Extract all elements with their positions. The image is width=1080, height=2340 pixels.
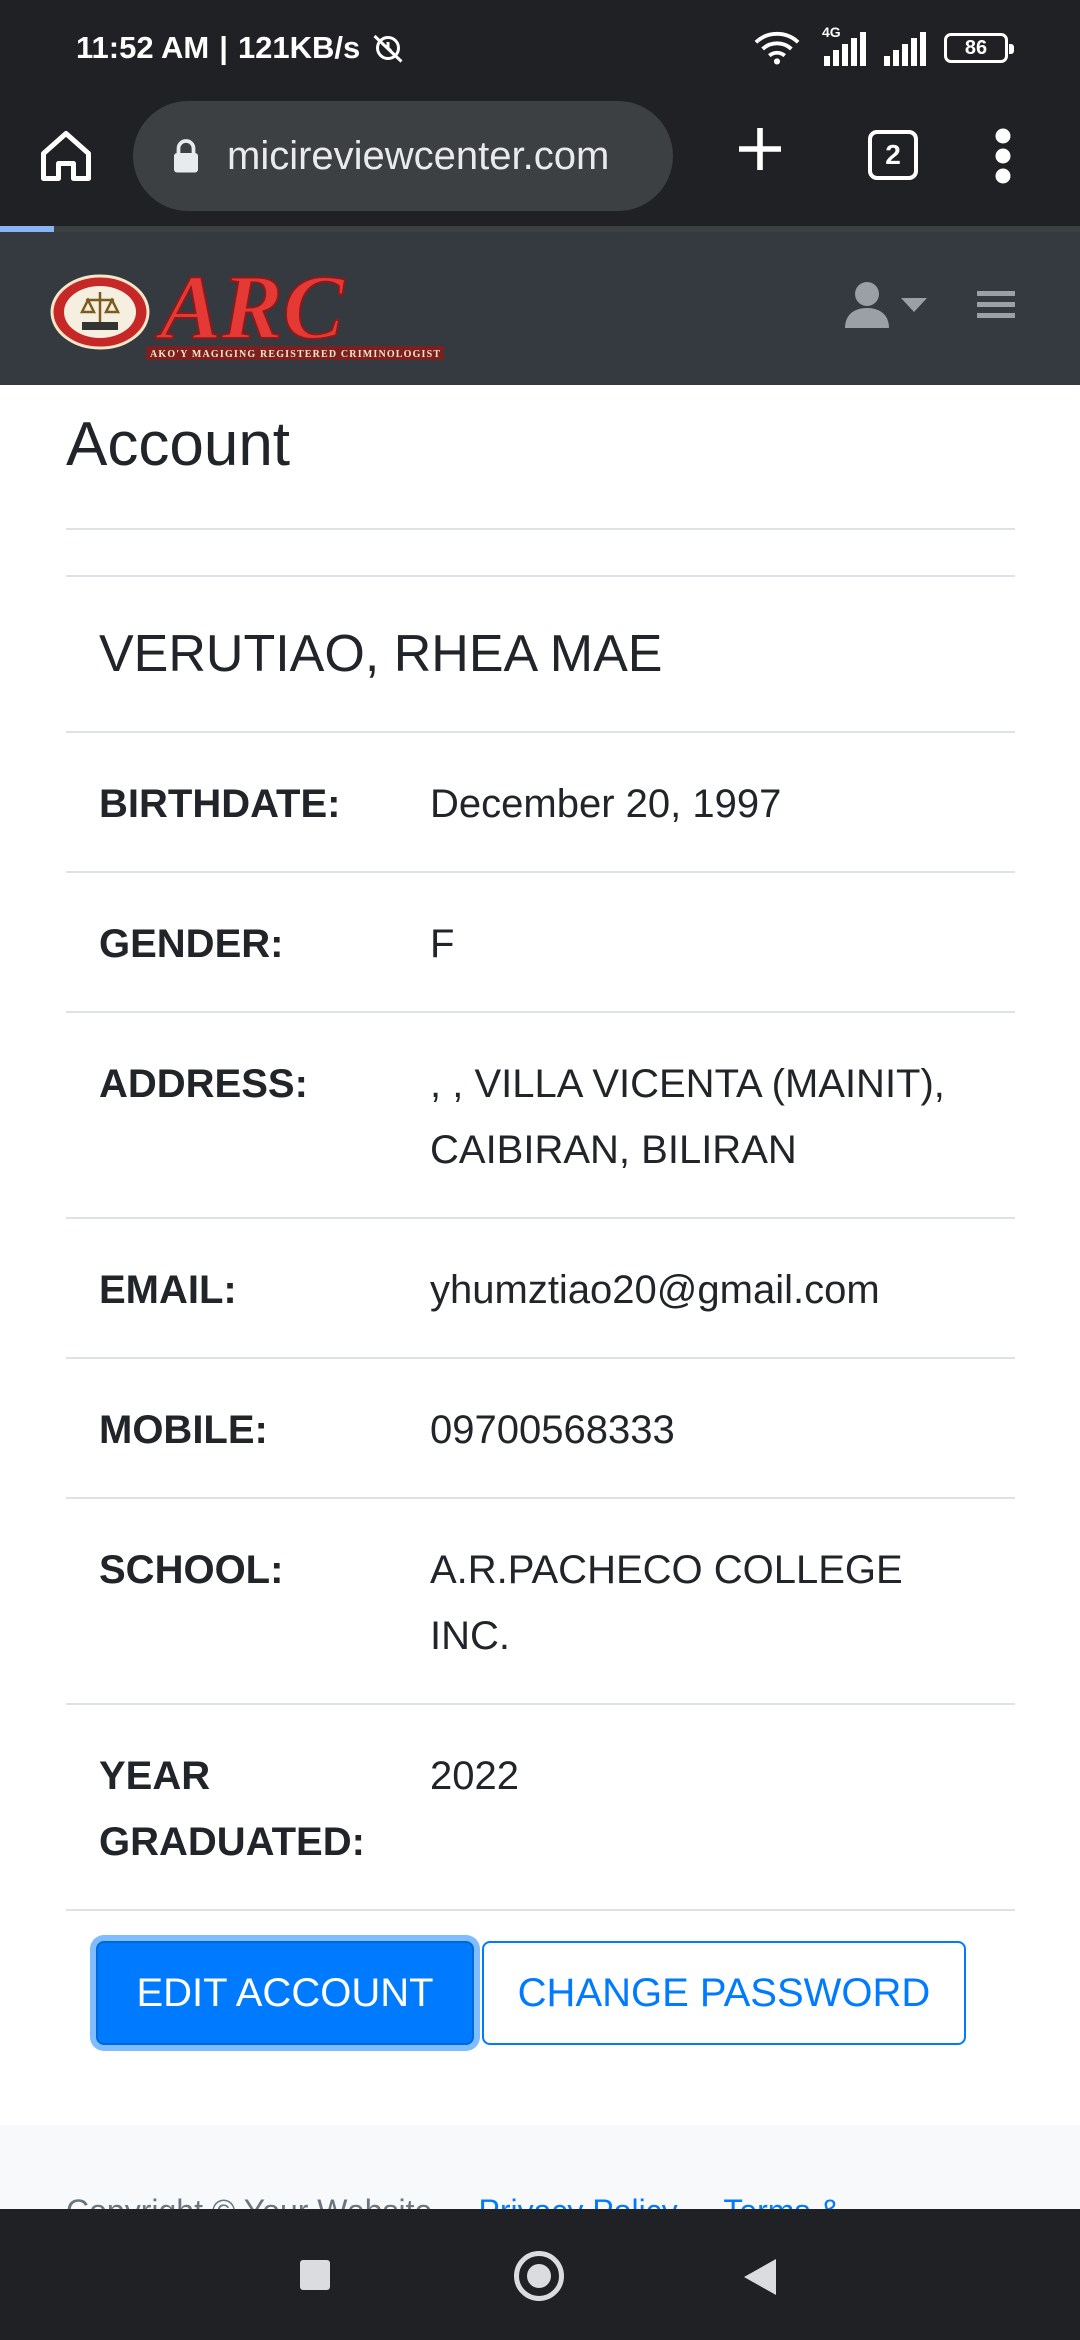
site-navbar: ARC AKO'Y MAGIGING REGISTERED CRIMINOLOG… bbox=[0, 232, 1080, 385]
status-left: 11:52 AM | 121KB/s bbox=[76, 30, 406, 66]
recents-icon[interactable] bbox=[300, 2260, 330, 2290]
logo-text: ARC bbox=[155, 256, 346, 358]
info-label: SCHOOL: bbox=[99, 1548, 284, 1592]
footer-text: Copyright © Your Website · Privacy Polic… bbox=[66, 2193, 841, 2209]
status-right: 4G 86 bbox=[754, 24, 1014, 66]
info-value: F bbox=[430, 922, 455, 966]
page-title: Account bbox=[66, 414, 1015, 530]
new-tab-icon[interactable] bbox=[732, 121, 788, 177]
back-icon[interactable] bbox=[744, 2259, 776, 2295]
info-value: , , VILLA VICENTA (MAINIT), CAIBIRAN, BI… bbox=[430, 1062, 945, 1172]
tab-count: 2 bbox=[885, 139, 901, 170]
footer-terms-link[interactable]: Terms & bbox=[723, 2193, 840, 2209]
info-row: BIRTHDATE: December 20, 1997 bbox=[66, 733, 1015, 873]
info-label: BIRTHDATE: bbox=[99, 782, 341, 826]
info-row: MOBILE: 09700568333 bbox=[66, 1359, 1015, 1499]
battery-level: 86 bbox=[964, 36, 988, 59]
status-bar: 11:52 AM | 121KB/s 4G 86 bbox=[0, 0, 1080, 96]
wifi-icon bbox=[754, 32, 800, 65]
url-text[interactable]: micireviewcenter.com bbox=[227, 134, 609, 179]
info-value: December 20, 1997 bbox=[430, 782, 782, 826]
battery-icon: 86 bbox=[944, 33, 1014, 63]
lock-icon[interactable] bbox=[171, 138, 201, 174]
user-icon[interactable] bbox=[845, 282, 889, 328]
status-speed: 121KB/s bbox=[237, 30, 361, 65]
status-time: 11:52 AM bbox=[76, 30, 210, 65]
system-nav-bar bbox=[0, 2209, 1080, 2340]
footer-privacy-link[interactable]: Privacy Policy bbox=[479, 2193, 678, 2209]
address-bar[interactable]: micireviewcenter.com bbox=[133, 101, 673, 211]
edit-account-button[interactable]: EDIT ACCOUNT bbox=[96, 1941, 474, 2045]
info-value: 2022 bbox=[430, 1754, 519, 1798]
info-value: 09700568333 bbox=[430, 1408, 675, 1452]
account-name: VERUTIAO, RHEA MAE bbox=[66, 577, 1015, 733]
change-password-button[interactable]: CHANGE PASSWORD bbox=[482, 1941, 966, 2045]
alarm-off-icon bbox=[373, 34, 403, 63]
network-type: 4G bbox=[822, 24, 841, 40]
info-value: A.R.PACHECO COLLEGE INC. bbox=[430, 1548, 903, 1658]
cell-signal-4g-icon: 4G bbox=[818, 24, 866, 66]
arc-logo[interactable]: ARC AKO'Y MAGIGING REGISTERED CRIMINOLOG… bbox=[48, 254, 448, 366]
info-label: MOBILE: bbox=[99, 1408, 268, 1452]
user-dropdown[interactable] bbox=[845, 282, 927, 328]
info-label: GENDER: bbox=[99, 922, 284, 966]
cell-signal-icon bbox=[884, 30, 926, 66]
footer-copyright: Copyright © Your Website bbox=[66, 2193, 432, 2209]
tab-switcher-button[interactable]: 2 bbox=[868, 130, 918, 180]
account-info-rows: BIRTHDATE: December 20, 1997 GENDER: F ADDRE… bbox=[66, 733, 1015, 1911]
browser-toolbar: micireviewcenter.com 2 bbox=[0, 96, 1080, 230]
info-row: EMAIL: yhumztiao20@gmail.com bbox=[66, 1219, 1015, 1359]
info-row: YEAR GRADUATED: 2022 bbox=[66, 1705, 1015, 1911]
info-row: ADDRESS: , , VILLA VICENTA (MAINIT), CAIB… bbox=[66, 1013, 1015, 1219]
caret-down-icon[interactable] bbox=[901, 298, 927, 312]
home-icon[interactable] bbox=[36, 126, 96, 186]
info-label: EMAIL: bbox=[99, 1268, 237, 1312]
account-actions: EDIT ACCOUNT CHANGE PASSWORD bbox=[66, 1911, 1015, 2045]
info-value: yhumztiao20@gmail.com bbox=[430, 1268, 880, 1312]
site-footer: Copyright © Your Website · Privacy Polic… bbox=[0, 2125, 1080, 2209]
account-table: VERUTIAO, RHEA MAE BIRTHDATE: December 20… bbox=[66, 575, 1015, 2045]
logo-tagline: AKO'Y MAGIGING REGISTERED CRIMINOLOGIST bbox=[150, 349, 440, 360]
info-label: ADDRESS: bbox=[99, 1062, 308, 1106]
info-row: GENDER: F bbox=[66, 873, 1015, 1013]
info-label: YEAR GRADUATED: bbox=[99, 1754, 365, 1864]
hamburger-menu-icon[interactable] bbox=[977, 288, 1015, 322]
home-nav-icon[interactable] bbox=[514, 2251, 564, 2301]
more-vert-icon[interactable] bbox=[990, 126, 1016, 186]
info-row: SCHOOL: A.R.PACHECO COLLEGE INC. bbox=[66, 1499, 1015, 1705]
status-separator: | bbox=[219, 30, 228, 65]
account-content: Account VERUTIAO, RHEA MAE BIRTHDATE: Dec… bbox=[66, 385, 1015, 2045]
screen: 11:52 AM | 121KB/s 4G 86 micireviewcente… bbox=[0, 0, 1080, 2340]
